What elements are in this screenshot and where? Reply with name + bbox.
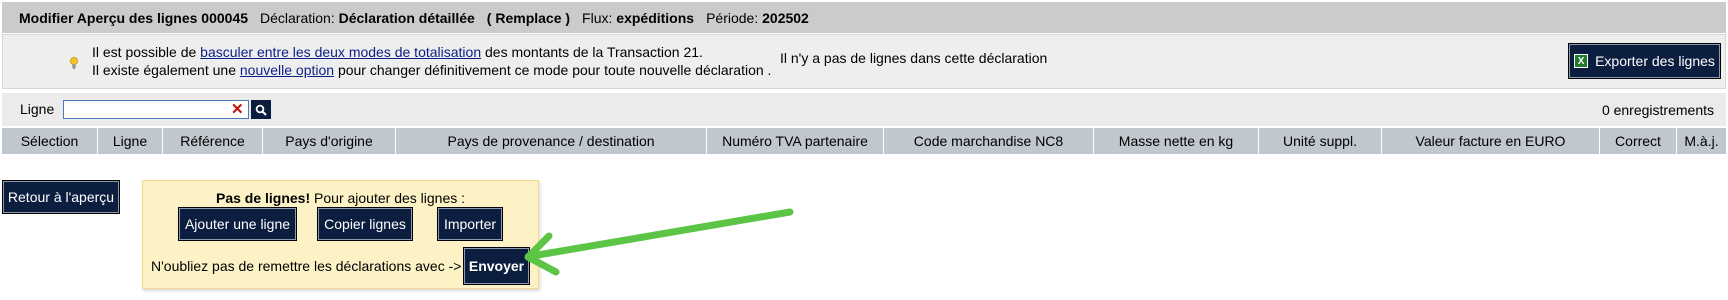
search-bar: Ligne ✕ 0 enregistrements [2,93,1726,126]
send-reminder-text: N'oubliez pas de remettre les déclaratio… [151,258,462,274]
send-button[interactable]: Envoyer [463,247,530,285]
column-header-valeur-facture[interactable]: Valeur facture en EURO [1382,128,1600,154]
flux-value: expéditions [616,9,695,26]
column-header-code-nc8[interactable]: Code marchandise NC8 [884,128,1094,154]
search-icon [255,104,267,116]
search-button[interactable] [251,100,271,119]
import-button[interactable]: Importer [437,207,503,241]
column-header-pays-provenance[interactable]: Pays de provenance / destination [396,128,707,154]
back-to-overview-button[interactable]: Retour à l'aperçu [2,180,120,214]
title-bar: Modifier Aperçu des lignes 000045 Déclar… [2,2,1726,33]
arrow-shape [524,208,794,276]
add-line-button[interactable]: Ajouter une ligne [178,207,297,241]
declaration-value: Déclaration détaillée [338,9,475,26]
periode-label: Période [706,9,755,26]
lightbulb-icon [70,56,78,72]
line-search-input[interactable] [63,100,249,119]
flux-label: Flux [582,9,609,26]
info-line-1: Il est possible de basculer entre les de… [92,44,703,60]
column-header-unite-suppl[interactable]: Unité suppl. [1259,128,1382,154]
search-label: Ligne [20,101,55,117]
column-header-maj[interactable]: M.à.j. [1677,128,1726,154]
column-header-correct[interactable]: Correct [1600,128,1677,154]
panel-title: Pas de lignes! Pour ajouter des lignes : [215,190,466,206]
export-lines-button[interactable]: X Exporter des lignes [1568,43,1721,79]
column-header-pays-origine[interactable]: Pays d'origine [263,128,396,154]
new-option-link[interactable]: nouvelle option [240,62,334,78]
column-header-masse-nette[interactable]: Masse nette en kg [1094,128,1259,154]
no-lines-message: Il n'y a pas de lignes dans cette déclar… [780,50,1048,66]
column-header-numero-tva[interactable]: Numéro TVA partenaire [707,128,884,154]
column-header-ligne[interactable]: Ligne [98,128,163,154]
table-header: Sélection Ligne Référence Pays d'origine… [2,128,1726,154]
back-to-overview-label: Retour à l'aperçu [7,189,115,205]
page-title: Modifier Aperçu des lignes 000045 [19,9,249,26]
export-lines-label: Exporter des lignes [1595,53,1715,69]
toggle-totalisation-link[interactable]: basculer entre les deux modes de totalis… [200,44,481,60]
info-line-2: Il existe également une nouvelle option … [92,62,772,78]
info-text: Il est possible de basculer entre les de… [92,43,771,79]
record-count: 0 enregistrements [1601,102,1714,118]
declaration-label: Déclaration [260,9,331,26]
add-lines-panel: Pas de lignes! Pour ajouter des lignes :… [142,180,539,289]
column-header-selection[interactable]: Sélection [2,128,98,154]
clear-icon[interactable]: ✕ [231,100,244,119]
info-box: Il est possible de basculer entre les de… [2,34,1726,89]
column-header-reference[interactable]: Référence [163,128,263,154]
copy-lines-button[interactable]: Copier lignes [317,207,413,241]
periode-value: 202502 [762,9,809,26]
excel-icon: X [1574,54,1589,68]
declaration-mode: ( Remplace ) [486,9,571,26]
